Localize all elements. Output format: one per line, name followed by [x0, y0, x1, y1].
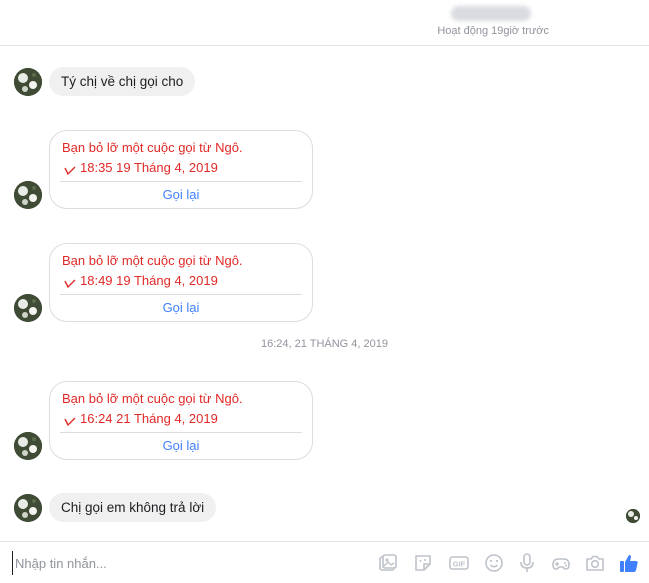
read-receipt-avatar: [626, 509, 640, 523]
conversation-header: Hoạt động 19giờ trước: [0, 0, 649, 46]
message-input[interactable]: [12, 551, 362, 575]
missed-call-time: 18:35 19 Tháng 4, 2019: [64, 160, 218, 175]
emoji-icon[interactable]: [483, 552, 505, 574]
missed-call-title: Bạn bỏ lỡ một cuộc gọi từ Ngô.: [62, 391, 243, 406]
call-back-button[interactable]: Gọi lại: [50, 300, 312, 315]
divider: [60, 294, 302, 295]
svg-text:GIF: GIF: [453, 560, 466, 569]
divider: [60, 432, 302, 433]
message-bubble: Chị gọi em không trả lời: [49, 493, 217, 522]
missed-call-arrow-icon: [64, 164, 76, 175]
contact-name-blurred[interactable]: [451, 6, 531, 21]
divider: [60, 181, 302, 182]
missed-call-arrow-icon: [64, 277, 76, 288]
missed-call-title: Bạn bỏ lỡ một cuộc gọi từ Ngô.: [62, 140, 243, 155]
photo-icon[interactable]: [377, 552, 399, 574]
contact-avatar[interactable]: [14, 432, 42, 460]
contact-avatar[interactable]: [14, 181, 42, 209]
missed-call-arrow-icon: [64, 415, 76, 426]
call-back-button[interactable]: Gọi lại: [50, 438, 312, 453]
missed-call-time: 16:24 21 Tháng 4, 2019: [64, 411, 218, 426]
microphone-icon[interactable]: [516, 552, 538, 574]
missed-call-title: Bạn bỏ lỡ một cuộc gọi từ Ngô.: [62, 253, 243, 268]
timestamp-divider: 16:24, 21 THÁNG 4, 2019: [261, 338, 388, 350]
sticker-icon[interactable]: [412, 552, 434, 574]
contact-avatar[interactable]: [14, 68, 42, 96]
contact-avatar[interactable]: [14, 294, 42, 322]
call-back-button[interactable]: Gọi lại: [50, 187, 312, 202]
camera-icon[interactable]: [584, 552, 606, 574]
contact-avatar[interactable]: [14, 494, 42, 522]
game-icon[interactable]: [550, 552, 572, 574]
message-composer: GIF: [0, 541, 649, 583]
missed-call-card: Bạn bỏ lỡ một cuộc gọi từ Ngô. 16:24 21 …: [49, 381, 313, 460]
missed-call-time: 18:49 19 Tháng 4, 2019: [64, 273, 218, 288]
missed-call-card: Bạn bỏ lỡ một cuộc gọi từ Ngô. 18:49 19 …: [49, 243, 313, 322]
missed-call-card: Bạn bỏ lỡ một cuộc gọi từ Ngô. 18:35 19 …: [49, 130, 313, 209]
like-icon[interactable]: [618, 552, 640, 574]
active-status: Hoạt động 19giờ trước: [437, 25, 549, 37]
gif-icon[interactable]: GIF: [448, 552, 470, 574]
message-bubble: Tý chị về chị gọi cho: [49, 67, 196, 96]
